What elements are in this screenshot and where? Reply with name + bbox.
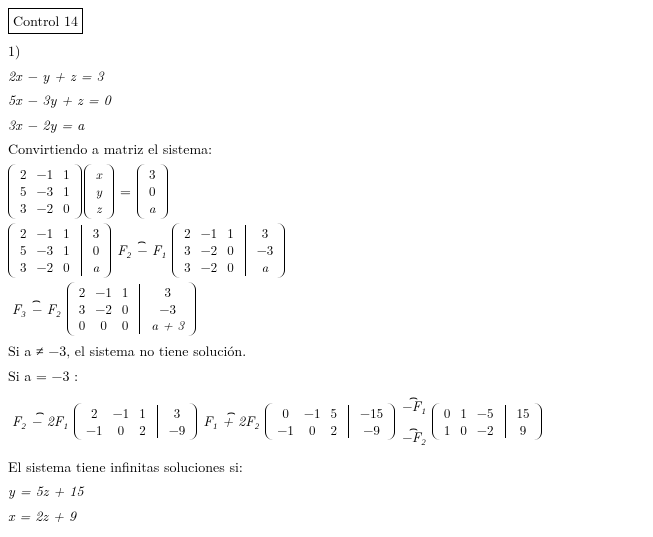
augmented-matrix-4: 2−11−102 3−9 xyxy=(74,403,197,441)
row-op-3: F₂ − 2F₁ xyxy=(12,410,68,432)
row-op-5a: −F₁ xyxy=(401,395,426,417)
case-no-solution: Si a ≠ −3, el sistema no tiene solución. xyxy=(8,340,645,362)
row-op-5b: −F₂ xyxy=(401,426,426,448)
row-op-4: F₁ + 2F₂ xyxy=(203,410,259,432)
solution-y: y = 5z + 15 xyxy=(8,480,645,502)
augmented-matrix-2: 2−113−203−20 3−3a xyxy=(172,223,285,278)
rhs-vector: 30a xyxy=(137,164,168,219)
row-op-2: F₃ − F₂ xyxy=(12,298,61,320)
solution-x: x = 2z + 9 xyxy=(8,505,645,527)
matrix-equation: 2−115−313−20 xyz = 30a xyxy=(8,164,645,219)
item-number: 1) xyxy=(8,40,645,62)
title-box: Control 14 xyxy=(8,8,83,34)
augmented-matrix-3: 2−113−20000 3−3a + 3 xyxy=(67,282,196,337)
variable-vector: xyz xyxy=(84,164,114,219)
convert-text: Convirtiendo a matriz el sistema: xyxy=(8,138,645,160)
row-op-5-stack: −F₁ −F₂ xyxy=(401,391,426,452)
equation-3: 3x − 2y = a xyxy=(8,114,645,136)
equation-1: 2x − y + z = 3 xyxy=(8,65,645,87)
case-a-neg3: Si a = −3 : xyxy=(8,365,645,387)
augmented-matrix-1: 2−115−313−20 30a xyxy=(8,223,111,278)
row-op-1: F₂ − F₁ xyxy=(117,239,166,261)
row-reduction-step-2: F₃ − F₂ 2−113−20000 3−3a + 3 xyxy=(8,282,645,337)
augmented-matrix-5: 0−15−102 −15−9 xyxy=(265,403,395,441)
equals-sign: = xyxy=(120,180,131,202)
row-reduction-step-3: F₂ − 2F₁ 2−11−102 3−9 F₁ + 2F₂ 0−15−102 … xyxy=(8,391,645,452)
equation-2: 5x − 3y + z = 0 xyxy=(8,89,645,111)
row-reduction-step-1: 2−115−313−20 30a F₂ − F₁ 2−113−203−20 3−… xyxy=(8,223,645,278)
augmented-matrix-6: 01−510−2 159 xyxy=(432,403,542,441)
title-text: Control 14 xyxy=(13,11,78,31)
coefficient-matrix: 2−115−313−20 xyxy=(8,164,82,219)
infinite-solutions-text: El sistema tiene infinitas soluciones si… xyxy=(8,456,645,478)
